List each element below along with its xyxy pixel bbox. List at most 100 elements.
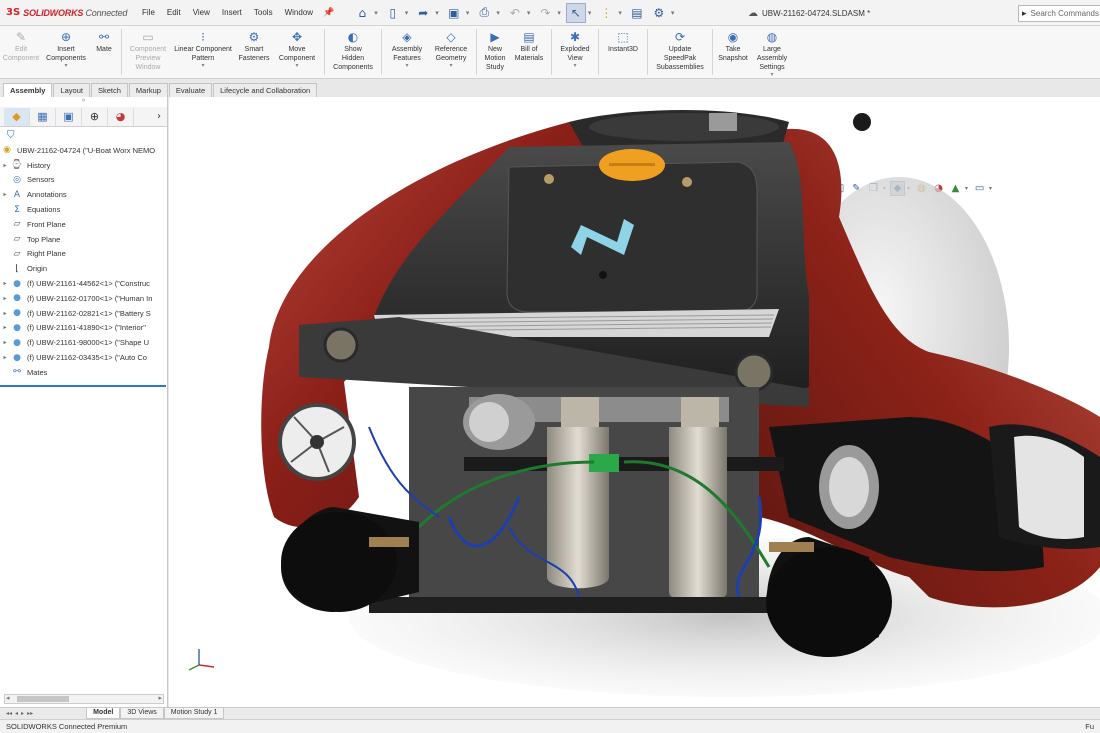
prev-tab-arrow-icon[interactable]: ◂ (15, 710, 18, 717)
expand-arrow-icon[interactable]: ▸ (0, 339, 10, 346)
move-component-button[interactable]: ✥ Move Component ▾ (273, 26, 321, 69)
show-hidden-label: Show (344, 46, 362, 53)
last-tab-arrow-icon[interactable]: ▸▸ (27, 710, 33, 717)
large-assembly-button[interactable]: ◍ Large Assembly Settings ▾ (750, 26, 794, 78)
new-motion-study-button[interactable]: ▶ New Motion Study (480, 26, 510, 72)
tree-item[interactable]: Σ Equations (0, 202, 167, 217)
feature-manager-tab-icon[interactable]: ◆ (4, 107, 30, 126)
tab-markup[interactable]: Markup (128, 83, 168, 97)
assembly-features-button[interactable]: ◈ Assembly Features ▾ (385, 26, 429, 69)
tab-assembly[interactable]: Assembly (3, 83, 53, 97)
edit-component-button[interactable]: ✎ Edit Component (0, 26, 42, 63)
tree-item[interactable]: ▱ Front Plane (0, 217, 167, 232)
open-folder-icon[interactable]: ➦ (413, 3, 433, 23)
undo-icon[interactable]: ↶ (505, 3, 525, 23)
tree-item[interactable]: ⌊ Origin (0, 261, 167, 276)
mate-button[interactable]: ⚯ Mate (90, 26, 118, 54)
select-arrow-icon[interactable]: ↖ (565, 2, 586, 23)
update-speedpak-button[interactable]: ⟳ Update SpeedPak Subassemblies (651, 26, 709, 72)
dropdown-caret-icon[interactable]: ▾ (405, 63, 408, 69)
show-hidden-label: Components (333, 64, 373, 71)
tree-item[interactable]: ⚯ Mates (0, 365, 167, 380)
bottom-tab-3d-views[interactable]: 3D Views (120, 708, 164, 719)
menu-view[interactable]: View (187, 8, 216, 17)
tree-root[interactable]: ◉ UBW-21162-04724 ("U-Boat Worx NEMO (0, 143, 167, 158)
dropdown-caret-icon[interactable]: ▾ (295, 63, 298, 69)
component-preview-button[interactable]: ▭ Component Preview Window (125, 26, 171, 72)
dropdown-caret-icon[interactable]: ▾ (64, 63, 67, 69)
file-properties-icon[interactable]: ▤ (627, 3, 647, 23)
configuration-manager-tab-icon[interactable]: ▣ (56, 107, 82, 126)
mate-label: Mate (96, 46, 112, 53)
expand-arrow-icon[interactable]: ▸ (0, 310, 10, 317)
app-logo[interactable]: 3S SOLIDWORKS Connected (0, 7, 136, 18)
menu-insert[interactable]: Insert (216, 8, 248, 17)
show-hidden-button[interactable]: ◐ Show Hidden Components (328, 26, 378, 72)
status-right: Fu (1085, 722, 1094, 731)
graphics-area[interactable]: ⌕ ⌖ ↺ ◧ ✎ ❒▾ ◆▾ ◍ ◕ ▲▾ ▭▾ (169, 97, 1100, 707)
reference-geometry-button[interactable]: ◇ Reference Geometry ▾ (429, 26, 473, 69)
take-snapshot-button[interactable]: ◉ Take Snapshot (716, 26, 750, 63)
expand-arrow-icon[interactable]: ▸ (0, 354, 10, 361)
print-icon[interactable]: ⎙ (474, 3, 494, 23)
new-document-icon[interactable]: ▯ (383, 3, 403, 23)
property-manager-tab-icon[interactable]: ▦ (30, 107, 56, 126)
pin-icon[interactable]: 📌 (319, 7, 338, 18)
tab-sketch[interactable]: Sketch (90, 83, 128, 97)
scrollbar-thumb[interactable] (17, 696, 69, 702)
menu-window[interactable]: Window (279, 8, 319, 17)
tab-evaluate[interactable]: Evaluate (168, 83, 213, 97)
dropdown-caret-icon[interactable]: ▾ (770, 72, 773, 78)
submarine-3d-model[interactable] (169, 97, 1100, 707)
tree-item-label: (f) UBW-21161-44562<1> ("Construc (27, 279, 150, 289)
save-icon[interactable]: ▣ (444, 3, 464, 23)
tree-item[interactable]: ▸ ● (f) UBW-21161-98000<1> ("Shape U (0, 335, 167, 350)
expand-arrow-icon[interactable]: ▸ (0, 162, 10, 169)
menu-file[interactable]: File (136, 8, 161, 17)
filter-icon[interactable]: ⛉ (0, 127, 167, 143)
dimxpert-manager-tab-icon[interactable]: ⊕ (82, 107, 108, 126)
chevron-right-icon[interactable]: › (157, 111, 161, 122)
bottom-tab-model[interactable]: Model (86, 708, 121, 719)
panel-horizontal-scrollbar[interactable]: ◂ ▸ (4, 694, 164, 704)
display-manager-tab-icon[interactable]: ◕ (108, 107, 134, 126)
status-bar: SOLIDWORKS Connected Premium Fu (0, 719, 1100, 733)
dropdown-caret-icon[interactable]: ▾ (201, 63, 204, 69)
tree-item[interactable]: ◎ Sensors (0, 173, 167, 188)
next-tab-arrow-icon[interactable]: ▸ (21, 710, 24, 717)
panel-grip[interactable]: » (0, 97, 167, 107)
tree-item[interactable]: ▸ A Annotations (0, 187, 167, 202)
bill-of-materials-button[interactable]: ▤ Bill of Materials (510, 26, 548, 63)
home-icon[interactable]: ⌂ (352, 3, 372, 23)
tab-lifecycle-and-collaboration[interactable]: Lifecycle and Collaboration (213, 83, 318, 97)
tree-item[interactable]: ▱ Top Plane (0, 232, 167, 247)
expand-arrow-icon[interactable]: ▸ (0, 280, 10, 287)
tree-item[interactable]: ▸ ● (f) UBW-21162-01700<1> ("Human In (0, 291, 167, 306)
bottom-tab-motion-study-1[interactable]: Motion Study 1 (163, 708, 225, 719)
options-gear-icon[interactable]: ⚙ (649, 3, 669, 23)
instant3d-button[interactable]: ⬚ Instant3D (602, 26, 644, 54)
dropdown-caret-icon[interactable]: ▾ (449, 63, 452, 69)
menu-edit[interactable]: Edit (161, 8, 187, 17)
redo-icon[interactable]: ↷ (535, 3, 555, 23)
tree-item[interactable]: ▸ ● (f) UBW-21161-41890<1> ("Interior" (0, 321, 167, 336)
expand-arrow-icon[interactable]: ▸ (0, 324, 10, 331)
traffic-light-icon[interactable]: ⋮ (596, 3, 616, 23)
tree-item[interactable]: ▱ Right Plane (0, 247, 167, 262)
rollback-bar[interactable] (0, 385, 166, 387)
tree-item[interactable]: ▸ ● (f) UBW-21161-44562<1> ("Construc (0, 276, 167, 291)
expand-arrow-icon[interactable]: ▸ (0, 295, 10, 302)
expand-arrow-icon[interactable]: ▸ (0, 191, 10, 198)
insert-components-button[interactable]: ⊕ Insert Components ▾ (42, 26, 90, 69)
exploded-view-button[interactable]: ✱ Exploded View ▾ (555, 26, 595, 69)
tree-item[interactable]: ▸ ⌚ History (0, 158, 167, 173)
tab-layout[interactable]: Layout (53, 83, 90, 97)
smart-fasteners-button[interactable]: ⚙ Smart Fasteners (235, 26, 273, 63)
search-commands-input[interactable]: ▸ Search Commands (1018, 5, 1100, 22)
menu-tools[interactable]: Tools (248, 8, 279, 17)
tree-item[interactable]: ▸ ● (f) UBW-21162-02821<1> ("Battery S (0, 306, 167, 321)
dropdown-caret-icon[interactable]: ▾ (573, 63, 576, 69)
linear-pattern-button[interactable]: ⁝ Linear Component Pattern ▾ (171, 26, 235, 69)
tree-item[interactable]: ▸ ● (f) UBW-21162-03435<1> ("Auto Co (0, 350, 167, 365)
first-tab-arrow-icon[interactable]: ◂◂ (6, 710, 12, 717)
